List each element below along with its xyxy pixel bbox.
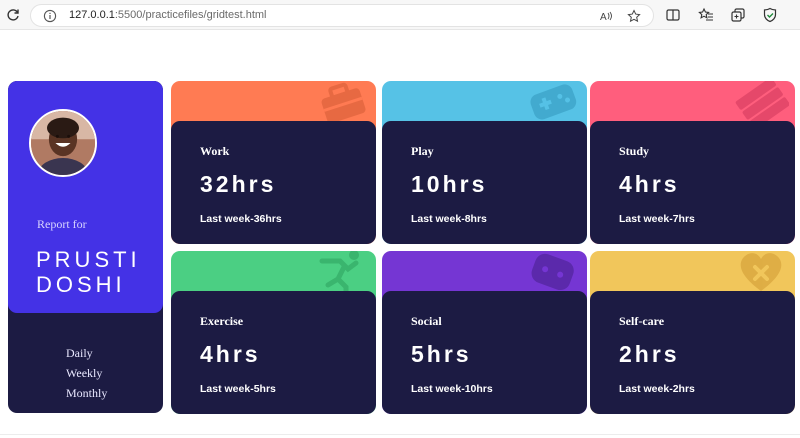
read-aloud-icon[interactable]: A: [599, 9, 613, 23]
period-daily[interactable]: Daily: [66, 343, 107, 363]
card-current-hours: 4hrs: [619, 171, 680, 197]
report-for-label: Report for: [37, 217, 87, 231]
favorite-star-icon[interactable]: [627, 9, 641, 23]
card-previous-hours: Last week-36hrs: [200, 213, 282, 225]
running-icon: [314, 251, 370, 295]
split-screen-icon[interactable]: [665, 7, 681, 23]
card-current-hours: 5hrs: [411, 341, 472, 367]
card-play[interactable]: Play 10hrs Last week-8hrs: [382, 81, 587, 244]
card-title: Self-care: [619, 314, 665, 328]
card-current-hours: 4hrs: [200, 341, 261, 367]
card-social[interactable]: Social 5hrs Last week-10hrs: [382, 251, 587, 414]
card-work[interactable]: Work 32hrs Last week-36hrs: [171, 81, 376, 244]
page-bottom-divider: [0, 434, 800, 435]
browser-toolbar: 127.0.0.1:5500/practicefiles/gridtest.ht…: [0, 0, 800, 30]
avatar-photo: [31, 111, 95, 175]
card-previous-hours: Last week-7hrs: [619, 213, 695, 225]
url-host: 127.0.0.1: [69, 9, 115, 21]
card-previous-hours: Last week-10hrs: [411, 383, 493, 395]
briefcase-icon: [314, 81, 370, 125]
card-title: Study: [619, 144, 650, 158]
avatar: [29, 109, 97, 177]
gamepad-icon: [525, 81, 581, 125]
period-selector: Daily Weekly Monthly: [66, 343, 107, 403]
card-body: Work 32hrs Last week-36hrs: [171, 121, 376, 244]
user-name-line2: DOSHI: [36, 272, 126, 297]
card-study[interactable]: Study 4hrs Last week-7hrs: [590, 81, 795, 244]
user-name: PRUSTI DOSHI: [36, 247, 161, 297]
card-body: Exercise 4hrs Last week-5hrs: [171, 291, 376, 414]
card-current-hours: 2hrs: [619, 341, 680, 367]
card-body: Self-care 2hrs Last week-2hrs: [590, 291, 795, 414]
card-previous-hours: Last week-8hrs: [411, 213, 487, 225]
url-path: :5500/practicefiles/gridtest.html: [114, 9, 267, 21]
reload-icon[interactable]: [5, 7, 21, 23]
card-current-hours: 32hrs: [200, 171, 277, 197]
heart-icon: [733, 251, 789, 295]
card-previous-hours: Last week-5hrs: [200, 383, 276, 395]
url-text[interactable]: 127.0.0.1:5500/practicefiles/gridtest.ht…: [69, 9, 267, 21]
card-title: Exercise: [200, 314, 244, 328]
collections-icon[interactable]: [730, 7, 746, 23]
user-name-line1: PRUSTI: [36, 247, 141, 272]
info-icon[interactable]: [43, 9, 57, 23]
profile-card: Report for PRUSTI DOSHI Daily Weekly Mon…: [8, 81, 163, 413]
card-current-hours: 10hrs: [411, 171, 488, 197]
profile-header: Report for PRUSTI DOSHI: [8, 81, 163, 313]
card-self-care[interactable]: Self-care 2hrs Last week-2hrs: [590, 251, 795, 414]
card-body: Play 10hrs Last week-8hrs: [382, 121, 587, 244]
card-previous-hours: Last week-2hrs: [619, 383, 695, 395]
address-bar[interactable]: 127.0.0.1:5500/practicefiles/gridtest.ht…: [30, 4, 654, 27]
card-exercise[interactable]: Exercise 4hrs Last week-5hrs: [171, 251, 376, 414]
card-title: Work: [200, 144, 230, 158]
card-title: Play: [411, 144, 434, 158]
card-title: Social: [411, 314, 442, 328]
period-monthly[interactable]: Monthly: [66, 383, 107, 403]
svg-text:A: A: [600, 12, 607, 23]
social-icon: [525, 251, 581, 295]
card-body: Study 4hrs Last week-7hrs: [590, 121, 795, 244]
books-icon: [733, 81, 789, 125]
period-weekly[interactable]: Weekly: [66, 363, 107, 383]
favorites-icon[interactable]: [698, 7, 714, 23]
card-body: Social 5hrs Last week-10hrs: [382, 291, 587, 414]
browser-essentials-icon[interactable]: [762, 7, 778, 23]
